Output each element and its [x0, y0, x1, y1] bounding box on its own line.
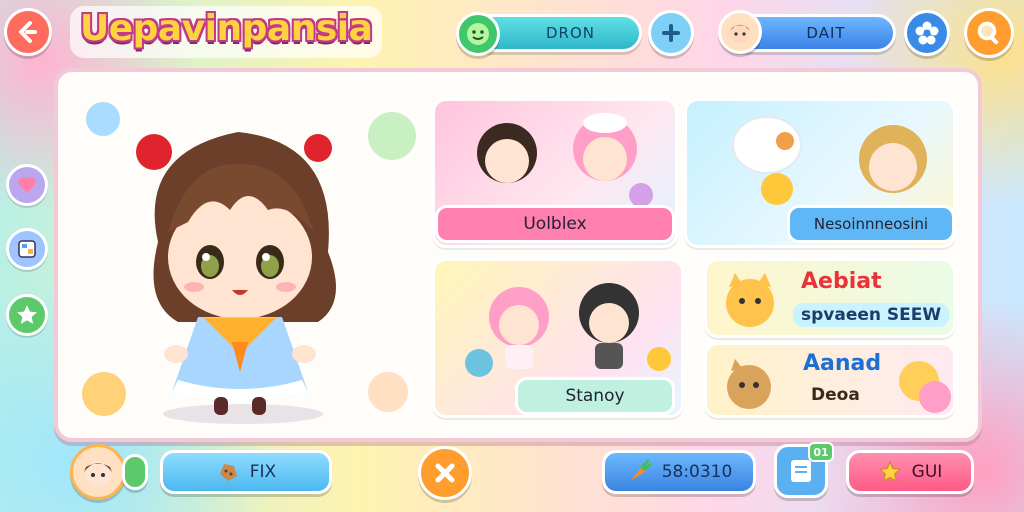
card-2-label: Nesoinnneosini	[787, 205, 953, 243]
card-4-subtitle: spvaeen SEEW	[793, 303, 950, 327]
settings-button[interactable]	[904, 10, 950, 56]
character-card-2[interactable]: Nesoinnneosini	[684, 98, 956, 248]
profile-avatar-button[interactable]	[70, 444, 126, 500]
character-card-3[interactable]: Stanoy	[432, 258, 684, 418]
fix-button[interactable]: FIX	[160, 450, 332, 494]
plus-icon	[662, 24, 680, 42]
profile-status-dot	[122, 454, 148, 490]
card-3-characters	[465, 283, 671, 377]
search-button[interactable]	[964, 8, 1014, 58]
back-arrow-icon	[19, 21, 37, 43]
search-icon	[977, 21, 999, 45]
card-5-pet-icon	[727, 359, 771, 409]
close-icon	[435, 463, 455, 483]
card-4-title: Aebiat	[801, 269, 882, 294]
currency-label: DRON	[546, 24, 595, 42]
character-card-5[interactable]: Aanad Deoa	[704, 342, 956, 418]
cookie-icon	[219, 464, 237, 481]
card-3-label: Stanoy	[515, 377, 675, 415]
notification-count: 01	[813, 445, 829, 459]
star-badge-icon	[878, 460, 901, 483]
character-card-4[interactable]: Aebiat spvaeen SEEW	[704, 258, 956, 338]
heart-menu-button[interactable]	[6, 164, 48, 206]
featured-character[interactable]	[118, 92, 368, 432]
character-card-1[interactable]: Uolblex	[432, 98, 678, 248]
game-title: Uepavinpansia	[70, 6, 383, 58]
heart-icon	[18, 177, 36, 193]
card-2-characters	[732, 116, 927, 205]
profile-face-icon	[84, 461, 112, 487]
gift-button-label: GUI	[911, 462, 943, 482]
player-avatar[interactable]	[718, 10, 762, 54]
card-5-blob-pets	[899, 361, 951, 413]
notification-badge: 01	[808, 442, 834, 462]
gallery-menu-button[interactable]	[6, 228, 48, 270]
avatar-face-icon	[730, 23, 750, 43]
flower-gear-icon	[915, 21, 939, 45]
score-display: 58:0310	[602, 450, 756, 494]
card-5-subtitle: Deoa	[811, 385, 860, 405]
gift-button[interactable]: GUI	[846, 450, 974, 494]
favorites-menu-button[interactable]	[6, 294, 48, 336]
score-value: 58:0310	[661, 462, 733, 482]
back-button[interactable]	[4, 8, 52, 56]
card-5-title: Aanad	[803, 351, 882, 376]
gallery-icon	[18, 240, 36, 258]
character-showcase-panel: Uolblex Nesoinnneosini Stanoy Aebiat spv…	[54, 68, 982, 442]
close-button[interactable]	[418, 446, 472, 500]
currency-smile-icon	[456, 12, 500, 56]
fix-button-label: FIX	[249, 462, 277, 482]
star-icon	[17, 305, 37, 324]
card-1-characters	[477, 113, 653, 205]
card-4-pet-icon	[726, 273, 774, 327]
carrot-icon	[629, 459, 652, 481]
player-label: DAIT	[806, 24, 846, 42]
card-1-label: Uolblex	[435, 205, 675, 243]
add-currency-button[interactable]	[648, 10, 694, 56]
